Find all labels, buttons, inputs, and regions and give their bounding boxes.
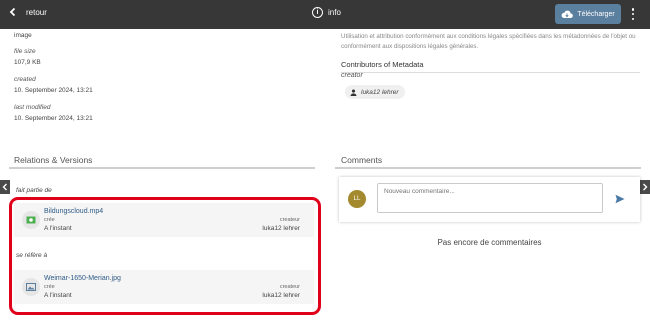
- creator-label: creator: [341, 72, 363, 79]
- highlight-frame: [9, 197, 321, 315]
- license-text: Utilisation et attribution conformément …: [341, 33, 636, 50]
- modified-label: last modified: [14, 104, 51, 111]
- back-button[interactable]: retour: [8, 7, 47, 17]
- chevron-left-icon: [2, 183, 7, 191]
- no-comments-message: Pas encore de commentaires: [437, 238, 542, 247]
- relations-title: Relations & Versions: [14, 155, 93, 165]
- comments-divider: [335, 167, 641, 169]
- chevron-right-icon: [643, 183, 648, 191]
- top-bar: retour i info Télécharger: [0, 0, 650, 29]
- type-value: image: [14, 32, 32, 39]
- info-icon: i: [312, 7, 323, 18]
- created-value: 10. September 2024, 13:21: [14, 87, 93, 94]
- more-menu-icon[interactable]: [631, 8, 635, 20]
- creator-chip[interactable]: luka12 lehrer: [345, 85, 405, 99]
- back-label: retour: [26, 7, 47, 17]
- file-size-value: 107,9 KB: [14, 59, 41, 66]
- info-button[interactable]: i info: [312, 7, 341, 18]
- comments-title: Comments: [341, 155, 383, 165]
- download-label: Télécharger: [577, 10, 615, 18]
- send-icon[interactable]: [615, 194, 625, 204]
- next-arrow-button[interactable]: [640, 180, 650, 194]
- avatar: LL: [348, 190, 366, 208]
- created-label: created: [14, 76, 36, 83]
- relations-divider: [9, 167, 315, 169]
- comment-input[interactable]: [377, 183, 603, 213]
- chevron-left-icon: [9, 7, 16, 17]
- contributors-title: Contributors of Metadata: [341, 60, 424, 69]
- cloud-download-icon: [561, 10, 574, 18]
- part-of-label: fait partie de: [16, 187, 52, 194]
- file-size-label: file size: [14, 48, 36, 55]
- creator-name: luka12 lehrer: [361, 88, 399, 96]
- download-button[interactable]: Télécharger: [555, 4, 621, 24]
- info-label: info: [328, 8, 341, 17]
- contributors-divider: [341, 72, 640, 73]
- person-icon: [350, 88, 357, 96]
- comment-composer: LL: [339, 177, 640, 222]
- previous-arrow-button[interactable]: [0, 180, 10, 194]
- modified-value: 10. September 2024, 13:21: [14, 115, 93, 122]
- license-info: Utilisation et attribution conformément …: [341, 32, 636, 52]
